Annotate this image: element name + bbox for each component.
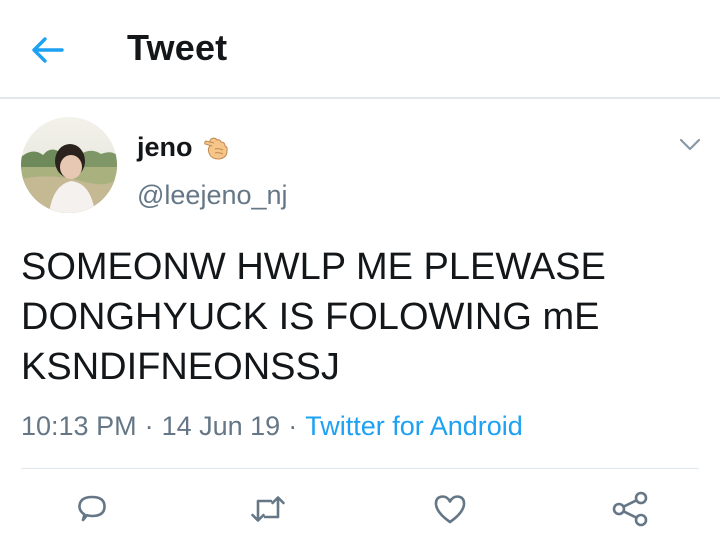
tweet-time: 10:13 PM [21, 411, 137, 441]
meta-separator: · [144, 411, 154, 441]
tweet-detail-screen: Tweet jeno @leejeno_nj SOMEONW HWLP ME P… [0, 0, 720, 556]
page-title: Tweet [127, 27, 228, 68]
meta-separator: · [288, 411, 298, 441]
retweet-icon [251, 496, 285, 522]
top-bar: Tweet [0, 0, 720, 99]
back-button[interactable] [26, 30, 70, 70]
retweet-button[interactable] [246, 487, 290, 531]
chevron-down-icon [679, 138, 701, 151]
reply-icon [78, 495, 106, 522]
backhand-index-pointing-left-emoji [203, 134, 231, 162]
like-button[interactable] [428, 487, 472, 531]
tweet-date: 14 Jun 19 [161, 411, 281, 441]
avatar[interactable] [21, 117, 117, 213]
tweet-source-link[interactable]: Twitter for Android [305, 411, 523, 441]
author-display-name[interactable]: jeno [137, 132, 193, 163]
tweet-meta: 10:13 PM · 14 Jun 19 · Twitter for Android [21, 411, 523, 442]
tweet-options-button[interactable] [672, 130, 708, 160]
arrow-left-icon [32, 37, 64, 63]
author-handle[interactable]: @leejeno_nj [137, 180, 288, 211]
like-icon [434, 495, 466, 524]
divider [21, 468, 699, 469]
share-button[interactable] [608, 487, 652, 531]
avatar-image [21, 117, 117, 213]
reply-button[interactable] [70, 487, 114, 531]
author-name-row[interactable]: jeno [137, 132, 231, 163]
tweet-text: SOMEONW HWLP ME PLEWASE DONGHYUCK IS FOL… [21, 246, 606, 388]
share-icon [612, 491, 648, 527]
